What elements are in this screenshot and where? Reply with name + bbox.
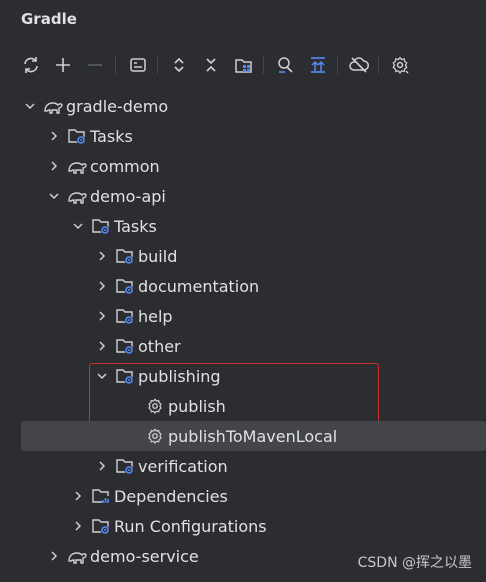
chevron-right-icon[interactable] <box>95 279 109 293</box>
tree-node-label: build <box>138 246 178 266</box>
chevron-right-icon[interactable] <box>95 459 109 473</box>
tree-node-publish-to-maven-local-task[interactable]: publishToMavenLocal <box>0 421 486 451</box>
toolbar-separator <box>157 56 158 74</box>
execute-task-icon[interactable] <box>126 53 150 77</box>
tree-node-common[interactable]: common <box>0 151 486 181</box>
task-folder-icon <box>67 126 87 146</box>
chevron-down-icon[interactable] <box>47 189 61 203</box>
gear-icon <box>145 396 165 416</box>
tree-node-label: documentation <box>138 276 260 296</box>
tree-node-publishing[interactable]: publishing <box>0 361 486 391</box>
tree-node-documentation[interactable]: documentation <box>0 271 486 301</box>
expand-all-icon[interactable] <box>167 53 191 77</box>
tree-node-label: gradle-demo <box>66 96 169 116</box>
gradle-elephant-icon <box>67 546 87 566</box>
tree-node-api-tasks[interactable]: Tasks <box>0 211 486 241</box>
task-folder-icon <box>91 216 111 236</box>
chevron-right-icon[interactable] <box>47 549 61 563</box>
toolbar-separator <box>378 56 379 74</box>
tree-node-label: help <box>138 306 173 326</box>
task-folder-icon <box>115 366 135 386</box>
tree-node-label: common <box>90 156 160 176</box>
gradle-elephant-icon <box>43 96 63 116</box>
tree-node-label: Tasks <box>114 216 157 236</box>
tree-node-run-configurations[interactable]: Run Configurations <box>0 511 486 541</box>
analyze-dependencies-icon[interactable] <box>273 53 297 77</box>
tree-node-label: publishing <box>138 366 221 386</box>
task-folder-icon <box>115 336 135 356</box>
gradle-tool-window: Gradle gradle-demo Tasks common demo-api… <box>0 0 486 582</box>
chevron-down-icon[interactable] <box>71 219 85 233</box>
tree-node-label: demo-api <box>90 186 166 206</box>
toolbar-separator <box>263 56 264 74</box>
add-icon[interactable] <box>51 53 75 77</box>
tree-node-gradle-demo[interactable]: gradle-demo <box>0 91 486 121</box>
group-modules-icon[interactable] <box>232 53 256 77</box>
gradle-elephant-icon <box>67 156 87 176</box>
tree-node-publish-task[interactable]: publish <box>0 391 486 421</box>
reload-icon[interactable] <box>19 53 43 77</box>
tree-node-help[interactable]: help <box>0 301 486 331</box>
task-folder-icon <box>115 276 135 296</box>
chevron-right-icon[interactable] <box>47 129 61 143</box>
chevron-right-icon[interactable] <box>95 249 109 263</box>
chevron-right-icon[interactable] <box>71 489 85 503</box>
tree-node-root-tasks[interactable]: Tasks <box>0 121 486 151</box>
tool-window-title: Gradle <box>21 10 77 28</box>
task-folder-icon <box>115 456 135 476</box>
tree-node-demo-api[interactable]: demo-api <box>0 181 486 211</box>
chevron-right-icon[interactable] <box>71 519 85 533</box>
tree-node-label: Tasks <box>90 126 133 146</box>
chevron-down-icon[interactable] <box>95 369 109 383</box>
tree-node-build[interactable]: build <box>0 241 486 271</box>
chevron-down-icon[interactable] <box>23 99 37 113</box>
tree-node-label: other <box>138 336 181 356</box>
tree-node-label: Dependencies <box>114 486 228 506</box>
chevron-right-icon[interactable] <box>95 339 109 353</box>
tree-node-label: demo-service <box>90 546 199 566</box>
disconnect-icon[interactable] <box>347 53 371 77</box>
tool-window-header: Gradle <box>0 0 486 38</box>
toolbar-separator <box>115 56 116 74</box>
gradle-toolbar <box>0 46 486 84</box>
toolbar-separator <box>337 56 338 74</box>
task-folder-icon <box>91 516 111 536</box>
task-folder-icon <box>115 246 135 266</box>
watermark-text: CSDN @挥之以墨 <box>357 555 472 571</box>
gear-icon <box>145 426 165 446</box>
tree-node-label: Run Configurations <box>114 516 267 536</box>
tree-node-dependencies[interactable]: Dependencies <box>0 481 486 511</box>
tree-node-other[interactable]: other <box>0 331 486 361</box>
settings-icon[interactable] <box>388 53 412 77</box>
chevron-right-icon[interactable] <box>47 159 61 173</box>
tree-node-label: publishToMavenLocal <box>168 426 338 446</box>
remove-icon[interactable] <box>83 53 107 77</box>
toggle-offline-icon[interactable] <box>306 53 330 77</box>
tree-node-label: publish <box>168 396 226 416</box>
collapse-all-icon[interactable] <box>199 53 223 77</box>
dependencies-folder-icon <box>91 486 111 506</box>
task-folder-icon <box>115 306 135 326</box>
chevron-right-icon[interactable] <box>95 309 109 323</box>
tree-node-verification[interactable]: verification <box>0 451 486 481</box>
gradle-elephant-icon <box>67 186 87 206</box>
tree-node-label: verification <box>138 456 228 476</box>
